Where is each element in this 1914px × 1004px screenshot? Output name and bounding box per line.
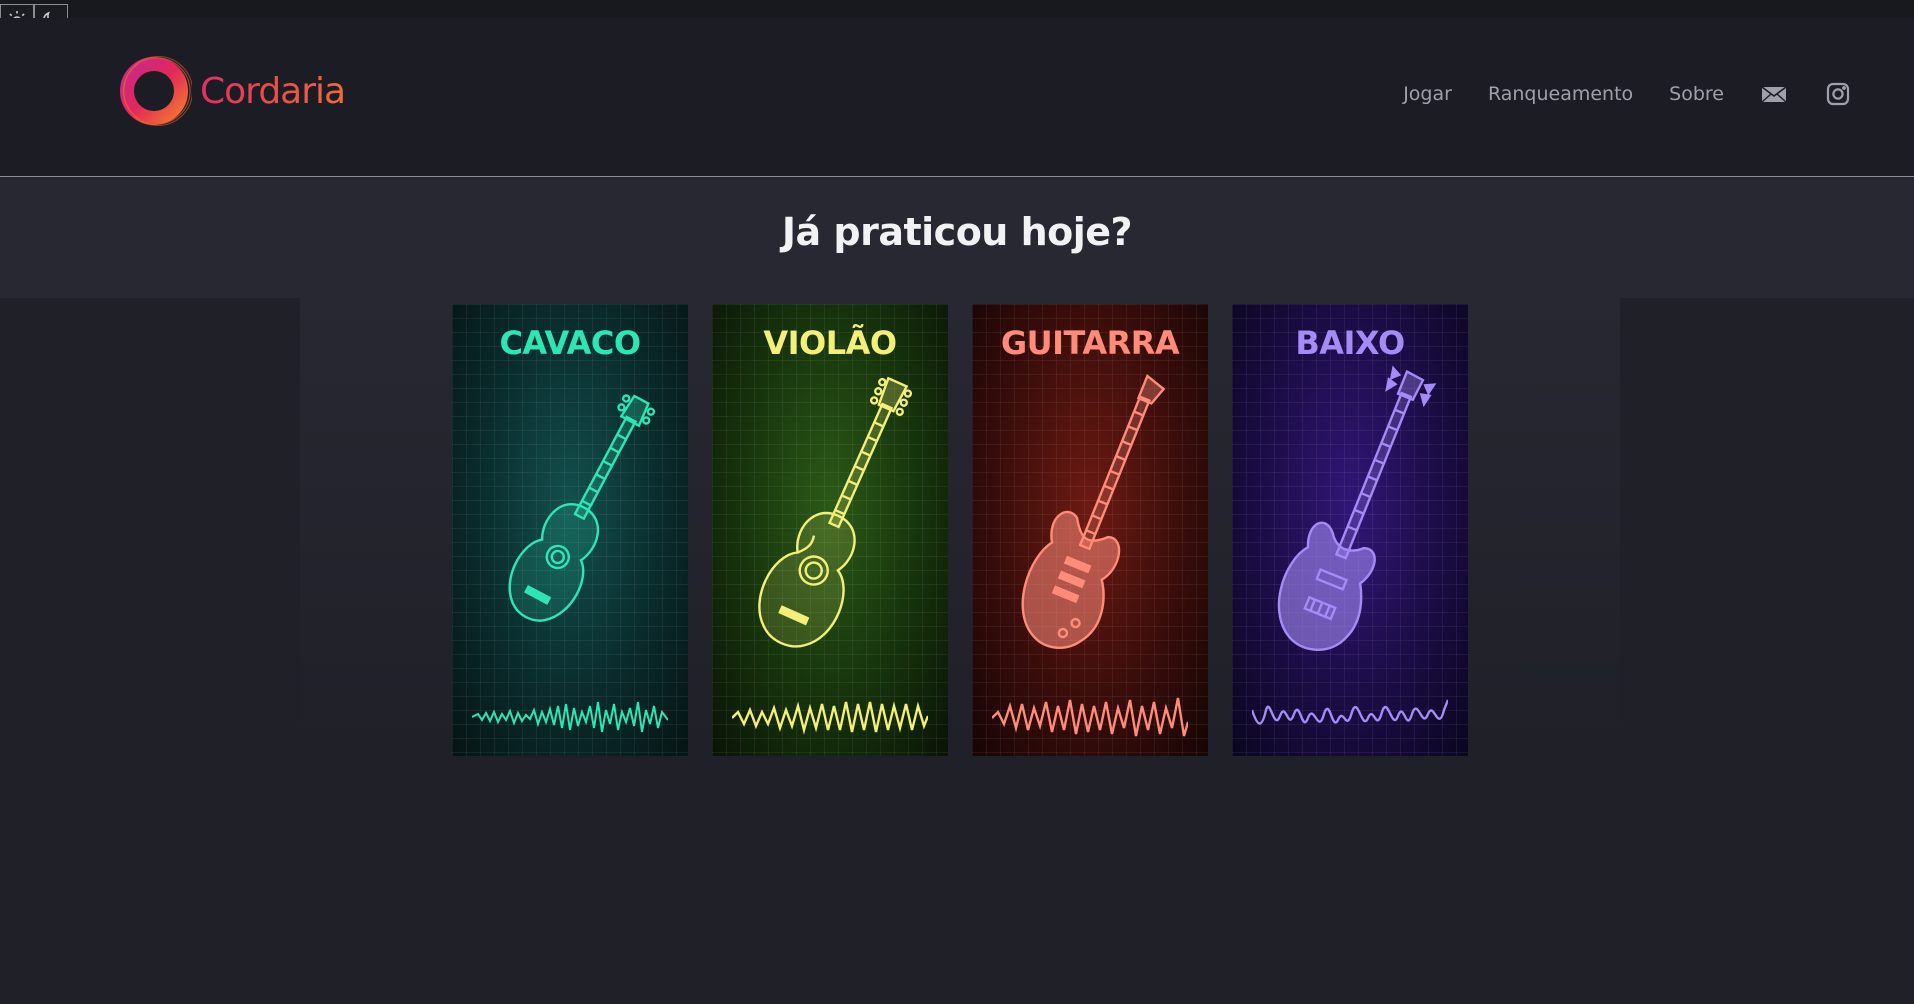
brand-name: Cordaria [200, 70, 346, 112]
nav-link-ranqueamento[interactable]: Ranqueamento [1488, 83, 1633, 105]
bass-guitar-icon [1277, 365, 1437, 651]
logo-ring-icon [120, 56, 192, 126]
card-title-cavaco: CAVACO [499, 324, 641, 362]
card-violao[interactable]: VIOLÃO [712, 304, 948, 756]
card-title-baixo: BAIXO [1295, 324, 1405, 362]
side-band-right [1620, 298, 1914, 758]
waveform-baixo [1252, 699, 1448, 725]
brand-logo[interactable]: Cordaria [118, 54, 346, 128]
waveform-guitarra [992, 697, 1188, 737]
nav-link-jogar[interactable]: Jogar [1403, 83, 1452, 105]
card-guitarra[interactable]: GUITARRA [972, 304, 1208, 756]
acoustic-guitar-icon [758, 376, 913, 648]
card-title-violao: VIOLÃO [763, 324, 897, 362]
electric-guitar-icon [1021, 374, 1166, 649]
instagram-link[interactable] [1824, 80, 1852, 108]
card-cavaco[interactable]: CAVACO [452, 304, 688, 756]
cavaquinho-icon [508, 394, 656, 622]
card-baixo[interactable]: BAIXO [1232, 304, 1468, 756]
instagram-icon [1826, 82, 1850, 106]
page-title: Já praticou hoje? [781, 210, 1133, 254]
hero-section: Já praticou hoje? [0, 178, 1914, 298]
side-band-left [0, 298, 300, 758]
card-title-guitarra: GUITARRA [1000, 324, 1180, 362]
main-nav: Jogar Ranqueamento Sobre [1367, 80, 1852, 108]
nav-link-sobre[interactable]: Sobre [1669, 83, 1724, 105]
waveform-violao [732, 701, 928, 735]
top-strip [0, 0, 1914, 18]
waveform-cavaco [472, 701, 668, 733]
site-header: Cordaria Jogar Ranqueamento Sobre [0, 18, 1914, 177]
email-link[interactable] [1760, 80, 1788, 108]
mail-icon [1761, 86, 1787, 103]
instrument-cards: CAVACO VIOLÃO GUITARRA BAIXO [452, 304, 1468, 756]
